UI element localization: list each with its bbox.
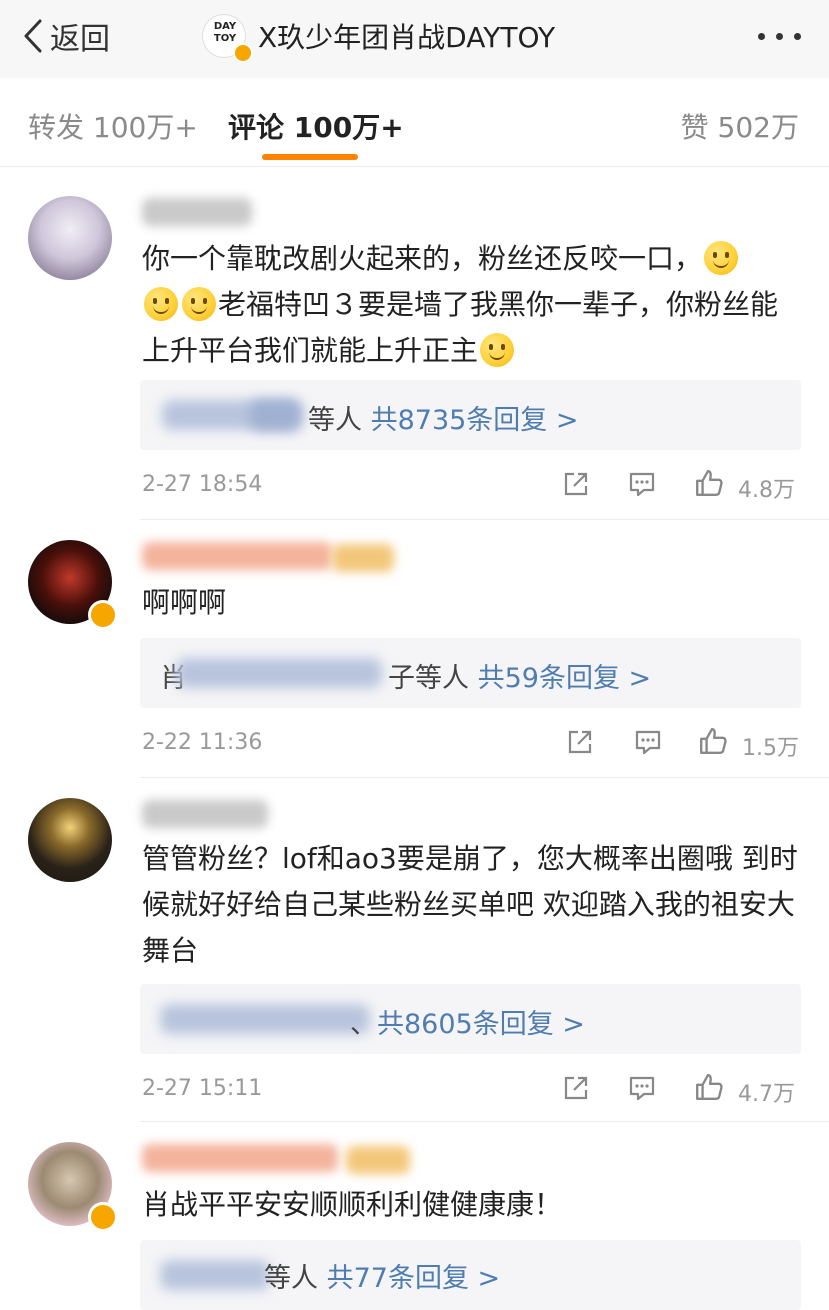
reply-summary[interactable]: 等人 共77条回复 >: [140, 1240, 801, 1310]
comment-button[interactable]: [628, 470, 656, 502]
active-tab-indicator: [262, 154, 358, 160]
comment-time: 2-22 11:36: [142, 730, 263, 755]
comment-item: 肖战平平安安顺顺利利健健康康！ 等人 共77条回复 >: [0, 1122, 829, 1310]
avatar[interactable]: [28, 798, 112, 882]
comment-item: 你一个靠耽改剧火起来的，粉丝还反咬一口， 老福特凹３要是墙了我黑你一辈子，你粉丝…: [0, 166, 829, 520]
username[interactable]: [142, 1144, 338, 1172]
share-icon: [564, 472, 588, 496]
account-logo[interactable]: DAY TOY: [202, 14, 253, 63]
tab-bar: 转发 100万+ 评论 100万+ 赞 502万: [0, 78, 829, 167]
share-icon: [564, 1076, 588, 1100]
reply-users: [250, 400, 300, 430]
chevron-left-icon: [24, 19, 42, 53]
reply-text: 等人 共77条回复 >: [264, 1263, 501, 1294]
comment-item: 啊啊啊 肖 子等人 共59条回复 > 2-22 11:36 1.5万: [0, 520, 829, 778]
more-button[interactable]: [752, 18, 808, 54]
reply-users: [160, 1004, 370, 1034]
thumbs-up-icon: [700, 728, 727, 754]
reply-text: 等人 共8735条回复 >: [308, 405, 579, 436]
back-label: 返回: [50, 22, 110, 57]
comment-time: 2-27 15:11: [142, 1076, 263, 1101]
comment-button[interactable]: [634, 728, 662, 760]
logo-text: DAY TOY: [213, 21, 237, 44]
back-button[interactable]: 返回: [22, 14, 110, 58]
smile-emoji-icon: [480, 333, 515, 367]
like-button[interactable]: [694, 1072, 724, 1106]
reply-summary[interactable]: 肖 子等人 共59条回复 >: [140, 638, 801, 708]
comment-icon: [629, 1076, 655, 1101]
share-button[interactable]: [562, 470, 590, 502]
smile-emoji-icon: [144, 287, 178, 321]
reply-count-link: 共8605条回复 >: [377, 1009, 585, 1040]
verified-icon: [233, 43, 253, 63]
top-bar: 返回 DAY TOY X玖少年团肖战DAYTOY: [0, 0, 829, 78]
verified-icon: [88, 1202, 118, 1232]
reply-text: 子等人 共59条回复 >: [388, 663, 652, 694]
username[interactable]: [142, 542, 332, 570]
comment-time: 2-27 18:54: [142, 472, 263, 497]
reply-users: [160, 1260, 270, 1290]
reply-users: [176, 658, 382, 688]
like-button[interactable]: [698, 726, 728, 760]
user-badge: [346, 1146, 410, 1174]
comment-button[interactable]: [628, 1074, 656, 1106]
comment-text: 啊啊啊: [142, 586, 227, 619]
comment-text: 管管粉丝？lof和ao3要是崩了，您大概率出圈哦 到时候就好好给自己某些粉丝买单…: [142, 842, 798, 967]
username[interactable]: [142, 800, 268, 828]
tab-comment[interactable]: 评论 100万+: [228, 106, 404, 146]
reply-count-link: 共8735条回复 >: [370, 405, 579, 436]
like-count: 4.7万: [738, 1082, 795, 1107]
thumbs-up-icon: [696, 470, 723, 496]
comment-icon: [629, 472, 655, 497]
thumbs-up-icon: [696, 1074, 723, 1100]
share-button[interactable]: [566, 728, 594, 760]
reply-count-link: 共59条回复 >: [477, 663, 652, 694]
reply-summary[interactable]: 、共8605条回复 >: [140, 984, 801, 1054]
tab-repost[interactable]: 转发 100万+: [28, 106, 198, 146]
share-icon: [568, 730, 592, 754]
tab-like[interactable]: 赞 502万: [681, 106, 799, 146]
page-title: X玖少年团肖战DAYTOY: [258, 21, 556, 54]
like-button[interactable]: [694, 468, 724, 502]
user-badge: [332, 544, 394, 572]
comment-item: 管管粉丝？lof和ao3要是崩了，您大概率出圈哦 到时候就好好给自己某些粉丝买单…: [0, 778, 829, 1122]
reply-text: 、共8605条回复 >: [350, 1009, 585, 1040]
comment-text: 肖战平平安安顺顺利利健健康康！: [142, 1188, 563, 1221]
comment-icon: [635, 730, 661, 755]
like-count: 1.5万: [742, 736, 799, 761]
username[interactable]: [142, 198, 252, 226]
share-button[interactable]: [562, 1074, 590, 1106]
comment-text: 你一个靠耽改剧火起来的，粉丝还反咬一口， 老福特凹３要是墙了我黑你一辈子，你粉丝…: [142, 241, 779, 367]
smile-emoji-icon: [182, 287, 216, 321]
reply-count-link: 共77条回复 >: [326, 1263, 501, 1294]
like-count: 4.8万: [738, 478, 795, 503]
avatar[interactable]: [28, 196, 112, 280]
smile-emoji-icon: [704, 241, 739, 275]
reply-summary[interactable]: 等人 共8735条回复 >: [140, 380, 801, 450]
verified-icon: [88, 600, 118, 630]
